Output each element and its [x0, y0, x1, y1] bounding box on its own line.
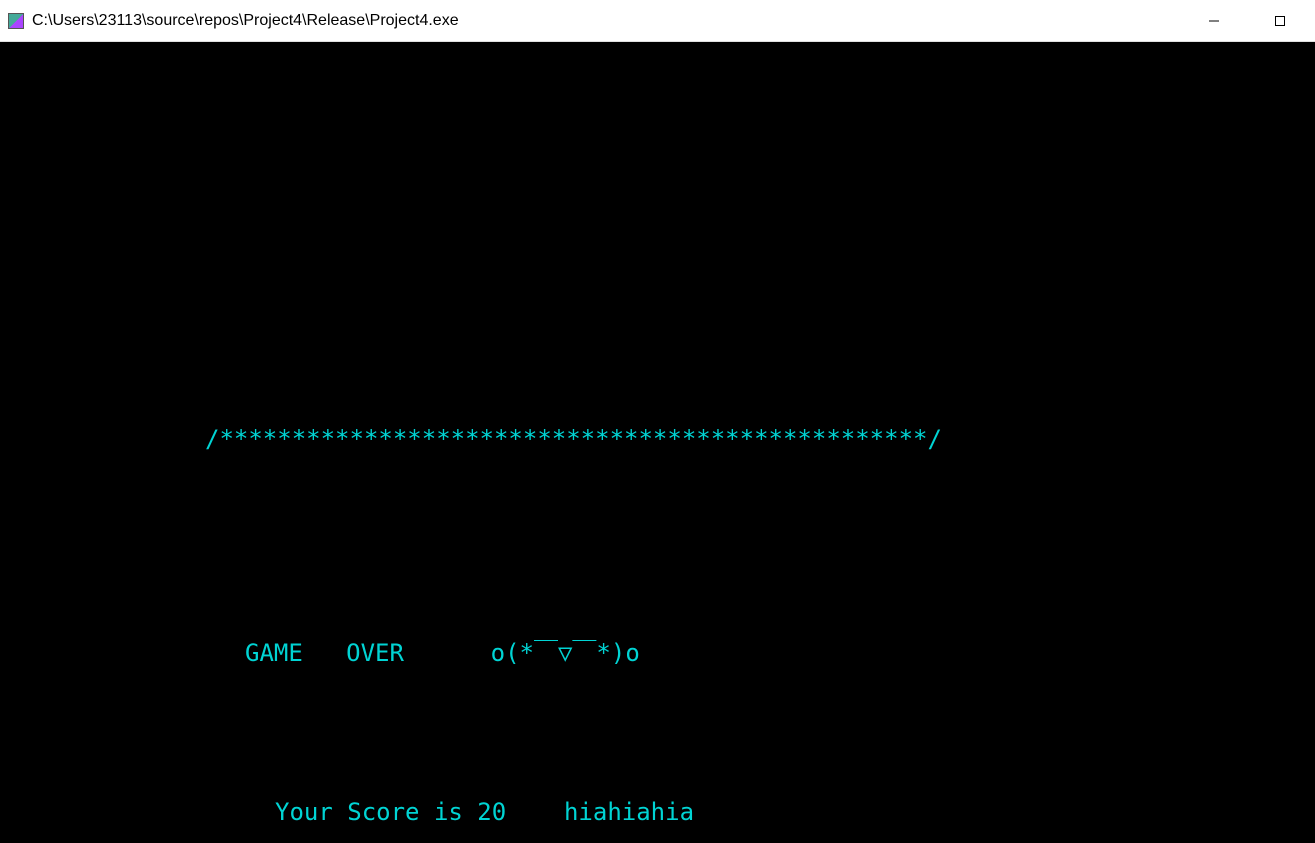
console-content: /***************************************… [0, 42, 942, 843]
maximize-button[interactable] [1257, 5, 1303, 37]
game-over-text: GAME OVER o(*￣▽￣*)o [0, 640, 942, 666]
score-text: Your Score is 20 hiahiahia [0, 799, 942, 825]
border-top: /***************************************… [0, 426, 942, 452]
window-controls [1191, 5, 1307, 37]
app-icon [8, 13, 24, 29]
maximize-icon [1274, 15, 1286, 27]
console-area[interactable]: /***************************************… [0, 42, 1315, 843]
titlebar: C:\Users\23113\source\repos\Project4\Rel… [0, 0, 1315, 42]
minimize-icon [1208, 15, 1220, 27]
window-title: C:\Users\23113\source\repos\Project4\Rel… [32, 12, 1191, 30]
minimize-button[interactable] [1191, 5, 1237, 37]
